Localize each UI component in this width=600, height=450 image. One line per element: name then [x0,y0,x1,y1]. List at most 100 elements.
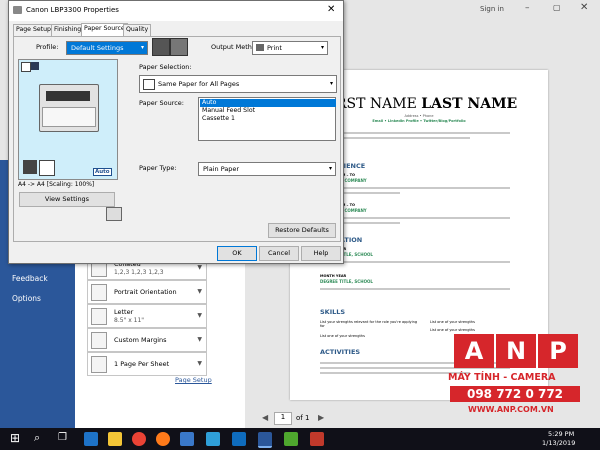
windows-start-icon[interactable]: ⊞ [10,431,20,445]
page-size-icon [91,308,107,325]
paper-type-label: Paper Type: [139,164,177,172]
task-view-icon[interactable]: ❐ [58,432,67,443]
printer-illustration [39,84,99,132]
word-icon[interactable] [258,432,272,448]
watermark-phone: 098 772 0 772 [450,386,580,402]
preview-caption: A4 -> A4 [Scaling: 100%] [18,181,95,188]
clock-date[interactable]: 1/13/2019 [542,439,575,447]
mail-icon[interactable] [232,432,246,446]
edit-profile-icon[interactable] [170,38,188,56]
edge-icon[interactable] [84,432,98,446]
dialog-title: Canon LBP3300 Properties [26,6,119,14]
paper-size-label: Letter [114,308,134,316]
printer-properties-dialog: Canon LBP3300 Properties ✕ Page Setup Fi… [8,0,344,264]
auto-badge: Auto [93,168,112,176]
paper-type-value: Plain Paper [203,165,240,173]
printer-icon [13,6,22,14]
anp-watermark: A N P MÁY TÍNH - CAMERA 098 772 0 772 WW… [438,334,588,428]
prev-page-icon[interactable]: ◀ [262,413,268,422]
margins-icon [91,332,107,349]
paper-sheet-icon [39,160,55,176]
paper-type-dropdown[interactable]: Plain Paper ▾ [198,162,336,176]
paper-selection-label: Paper Selection: [139,63,192,71]
paper-size-dropdown[interactable]: Letter 8.5" x 11" ▼ [87,304,207,328]
skill-item: List one of your strengths [320,334,365,338]
sign-in-link[interactable]: Sign in [480,5,504,13]
pages-per-sheet-dropdown[interactable]: 1 Page Per Sheet ▼ [87,352,207,376]
chevron-down-icon: ▼ [197,360,202,367]
chevron-down-icon: ▼ [197,336,202,343]
page-setup-link[interactable]: Page Setup [175,376,212,384]
paper-source-option-manual[interactable]: Manual Feed Slot [200,107,255,114]
dialog-close-icon[interactable]: ✕ [327,4,335,15]
sidebar-item-feedback[interactable]: Feedback [12,274,48,283]
restore-defaults-button[interactable]: Restore Defaults [268,223,336,238]
paper-source-label: Paper Source: [139,99,184,107]
close-icon[interactable]: ✕ [580,2,588,13]
maximize-icon[interactable]: ▢ [553,3,561,12]
profile-label: Profile: [36,43,59,51]
print-icon [256,44,264,51]
paper-source-option-cassette[interactable]: Cassette 1 [200,115,235,122]
page-number-input[interactable]: 1 [274,412,292,425]
paper-selection-value: Same Paper for All Pages [158,80,240,88]
printer-settings-icon[interactable] [106,207,122,221]
ok-button[interactable]: OK [217,246,257,261]
photos-icon[interactable] [206,432,220,446]
paper-source-listbox[interactable]: Auto Manual Feed Slot Cassette 1 [198,97,336,141]
chrome-icon[interactable] [132,432,146,446]
paper-selection-dropdown[interactable]: Same Paper for All Pages ▾ [139,75,337,93]
resume-last-name: LAST NAME [421,96,518,112]
clock-time[interactable]: 5:29 PM [548,430,574,438]
paper-stack-icon [23,160,37,174]
windows-taskbar: ⊞ ⌕ ❐ 5:29 PM 1/13/2019 [0,428,600,450]
view-settings-button[interactable]: View Settings [19,192,115,207]
profile-dropdown[interactable]: Default Settings ▾ [66,41,148,55]
skill-item: List one of your strengths [430,320,475,324]
preview-page-icon [21,62,31,72]
output-method-dropdown[interactable]: Print ▾ [252,41,328,55]
pages-per-sheet-icon [91,356,107,373]
watermark-website: WWW.ANP.COM.VN [468,405,554,414]
output-method-value: Print [267,44,282,52]
search-icon[interactable]: ⌕ [34,431,40,445]
skill-item: List one of your strengths [430,328,475,332]
profile-value: Default Settings [71,44,124,52]
page-count: of 1 [296,414,310,422]
orientation-dropdown[interactable]: Portrait Orientation ▼ [87,280,207,304]
sidebar-item-options[interactable]: Options [12,294,41,303]
paint-icon[interactable] [284,432,298,446]
next-page-icon[interactable]: ▶ [318,413,324,422]
orientation-label: Portrait Orientation [114,288,177,296]
file-explorer-icon[interactable] [108,432,122,446]
chevron-down-icon: ▾ [320,44,324,51]
chevron-down-icon: ▾ [328,165,332,172]
store-icon[interactable] [180,432,194,446]
edu2-date: MONTH YEAR [320,274,347,278]
watermark-letter: P [538,334,578,368]
watermark-letter: N [496,334,536,368]
add-profile-icon[interactable] [152,38,170,56]
edu2-title: DEGREE TITLE, SCHOOL [320,279,373,284]
help-button[interactable]: Help [301,246,341,261]
cancel-button[interactable]: Cancel [259,246,299,261]
watermark-letter: A [454,334,494,368]
paper-source-panel: Profile: Default Settings ▾ Output Metho… [13,36,341,242]
portrait-icon [91,284,107,301]
app-icon[interactable] [310,432,324,446]
paper-source-option-auto[interactable]: Auto [200,99,336,107]
margins-dropdown[interactable]: Custom Margins ▼ [87,328,207,352]
activities-heading: ACTIVITIES [320,348,361,356]
watermark-tagline: MÁY TÍNH - CAMERA [448,372,556,383]
pages-icon [143,79,155,90]
minimize-icon[interactable]: – [525,3,530,13]
chevron-down-icon: ▾ [329,80,333,87]
dialog-titlebar: Canon LBP3300 Properties ✕ [9,1,343,21]
chevron-down-icon: ▼ [197,264,202,271]
firefox-icon[interactable] [156,432,170,446]
printer-preview: Auto [18,59,118,180]
margins-label: Custom Margins [114,336,167,344]
preview-printer-icon [31,62,39,70]
chevron-down-icon: ▼ [197,288,202,295]
chevron-down-icon: ▾ [140,44,144,51]
